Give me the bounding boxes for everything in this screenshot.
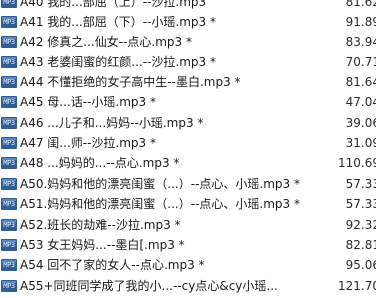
mp3-file-icon: MP3 (1, 239, 17, 251)
file-name: A50.妈妈和他的漂亮闺蜜（...）--点心、小瑶.mp3 * (20, 177, 300, 191)
file-name: A55+同班同学成了我的小...--cy点心&cy小瑶... (20, 279, 278, 293)
file-size: 82.81 (345, 238, 376, 252)
file-row[interactable]: MP3A45 母...话--小瑶.mp3 * 47.04 (0, 92, 376, 112)
file-row[interactable]: MP3A43 老婆闺蜜的红颜...--沙拉.mp3 * 70.71 (0, 52, 376, 72)
file-row[interactable]: MP3A42 修真之...仙女--点心.mp3 * 83.94 (0, 32, 376, 52)
file-name: A47 闺...师--沙拉.mp3 * (20, 136, 156, 150)
file-row[interactable]: MP3A46 ...儿子和...妈妈--小瑶.mp3 * 39.06 (0, 113, 376, 133)
file-size: 47.04 (345, 95, 376, 109)
file-row[interactable]: MP3 A55+同班同学成了我的小...--cy点心&cy小瑶... 121.70 (0, 276, 376, 296)
file-row[interactable]: MP3A53 女王妈妈...--墨白[.mp3 * 82.81 (0, 235, 376, 255)
file-name: A44 不懂拒绝的女子高中生--墨白.mp3 * (20, 75, 241, 89)
mp3-file-icon: MP3 (1, 137, 17, 149)
file-name: A43 老婆闺蜜的红颜...--沙拉.mp3 * (20, 55, 216, 69)
mp3-file-icon: MP3 (1, 219, 17, 231)
file-name: A42 修真之...仙女--点心.mp3 * (20, 35, 192, 49)
file-size: 31.09 (345, 136, 376, 150)
mp3-file-icon: MP3 (1, 259, 17, 271)
mp3-file-icon: MP3 (1, 0, 17, 8)
file-size: 39.06 (345, 116, 376, 130)
file-row[interactable]: MP3A54 回不了家的女人--点心.mp3 * 95.06 (0, 255, 376, 275)
file-row[interactable]: MP3A52.班长的劫难--沙拉.mp3 * 92.32 (0, 215, 376, 235)
file-name: A45 母...话--小瑶.mp3 * (20, 95, 156, 109)
mp3-file-icon: MP3 (1, 280, 17, 292)
file-size: 83.94 (345, 35, 376, 49)
file-name: A53 女王妈妈...--墨白[.mp3 * (20, 238, 185, 252)
file-size: 95.06 (345, 258, 376, 272)
file-row[interactable]: MP3A40 我的...部屈（上）--沙拉.mp3 81.62 (0, 0, 376, 12)
mp3-file-icon: MP3 (1, 96, 17, 108)
file-row[interactable]: MP3A41 我的...部屈（下）--小瑶.mp3 * 91.89 (0, 12, 376, 32)
mp3-file-icon: MP3 (1, 36, 17, 48)
mp3-file-icon: MP3 (1, 56, 17, 68)
file-name: A41 我的...部屈（下）--小瑶.mp3 * (20, 15, 216, 29)
file-size: 57.33 (345, 177, 376, 191)
file-size: 110.69 (338, 156, 376, 170)
file-name: A54 回不了家的女人--点心.mp3 * (20, 258, 205, 272)
mp3-file-icon: MP3 (1, 198, 17, 210)
file-row[interactable]: MP3 A48 ...妈妈的...--点心.mp3 * 110.69 (0, 153, 376, 173)
file-name: A52.班长的劫难--沙拉.mp3 * (20, 218, 181, 232)
file-size: 91.89 (345, 15, 376, 29)
file-name: A40 我的...部屈（上）--沙拉.mp3 (20, 0, 207, 9)
file-size: 81.64 (345, 75, 376, 89)
file-row[interactable]: MP3A47 闺...师--沙拉.mp3 * 31.09 (0, 133, 376, 153)
file-name: A51.妈妈和他的漂亮闺蜜（...）--点心、小瑶.mp3 * (20, 197, 300, 211)
file-size: 92.32 (345, 218, 376, 232)
file-name: A48 ...妈妈的...--点心.mp3 * (20, 156, 180, 170)
file-row[interactable]: MP3A44 不懂拒绝的女子高中生--墨白.mp3 * 81.64 (0, 72, 376, 92)
mp3-file-icon: MP3 (1, 16, 17, 28)
mp3-file-icon: MP3 (1, 117, 17, 129)
file-size: 121.70 (338, 279, 376, 293)
mp3-file-icon: MP3 (1, 76, 17, 88)
file-size: 81.62 (345, 0, 376, 9)
mp3-file-icon: MP3 (1, 157, 17, 169)
file-size: 70.71 (345, 55, 376, 69)
file-name: A46 ...儿子和...妈妈--小瑶.mp3 * (20, 116, 204, 130)
mp3-file-icon: MP3 (1, 178, 17, 190)
file-row[interactable]: MP3A51.妈妈和他的漂亮闺蜜（...）--点心、小瑶.mp3 * 57.33 (0, 194, 376, 214)
file-size: 57.33 (345, 197, 376, 211)
file-row[interactable]: MP3A50.妈妈和他的漂亮闺蜜（...）--点心、小瑶.mp3 * 57.33 (0, 174, 376, 194)
